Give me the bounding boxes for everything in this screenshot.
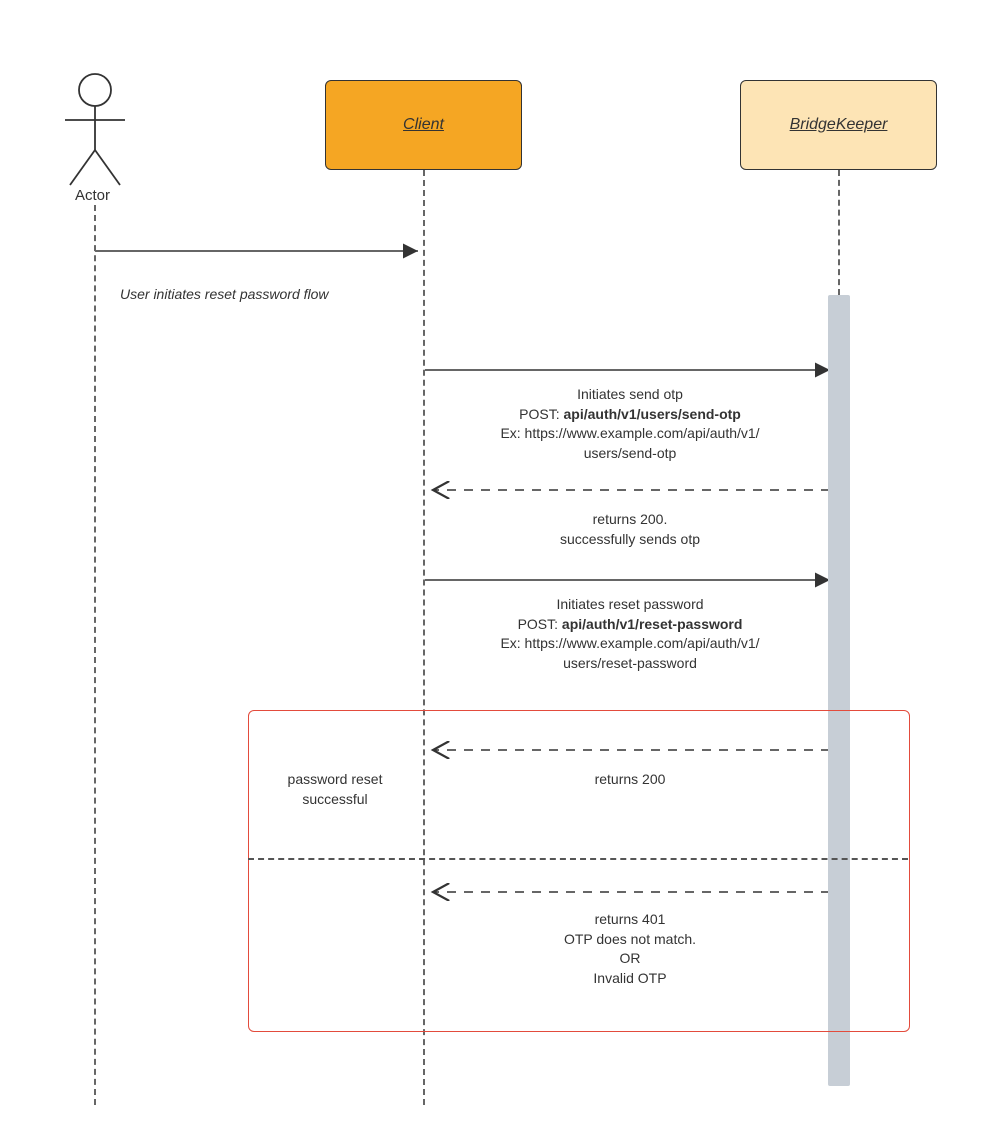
label-m1: User initiates reset password flow — [120, 285, 410, 305]
label-m2: Initiates send otp POST: api/auth/v1/use… — [445, 385, 815, 463]
participant-client-label: Client — [403, 116, 444, 134]
label-m3: returns 200. successfully sends otp — [500, 510, 760, 549]
sequence-diagram: Actor Client BridgeKeeper User initiates… — [0, 0, 991, 1144]
lifeline-actor — [94, 205, 96, 1105]
alt-divider — [248, 858, 908, 860]
label-m4: Initiates reset password POST: api/auth/… — [445, 595, 815, 673]
label-m6: returns 401 OTP does not match. OR Inval… — [500, 910, 760, 988]
actor-label: Actor — [75, 187, 110, 204]
alt-guard-top: password reset successful — [260, 770, 410, 809]
actor-head — [79, 74, 111, 106]
label-m5: returns 200 — [500, 770, 760, 790]
lifeline-bridgekeeper-top — [838, 170, 840, 295]
participant-bridgekeeper-label: BridgeKeeper — [790, 116, 888, 134]
participant-client: Client — [325, 80, 522, 170]
participant-bridgekeeper: BridgeKeeper — [740, 80, 937, 170]
